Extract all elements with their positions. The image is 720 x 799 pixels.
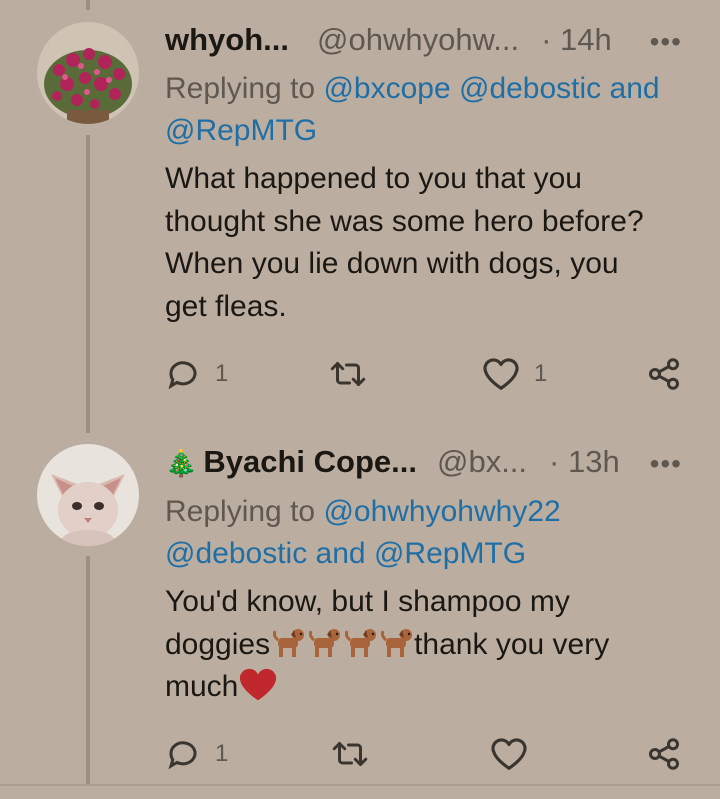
share-button[interactable]: [646, 356, 682, 392]
like-button[interactable]: 1: [482, 356, 547, 392]
more-options-icon[interactable]: •••: [650, 26, 682, 58]
flowering-plant-avatar-icon: [37, 22, 139, 124]
tweet-text: You'd know, but I shampoo my doggies than…: [165, 581, 685, 709]
replying-to: Replying to @ohwhyohwhy22 @debostic and …: [165, 491, 695, 575]
mention-link[interactable]: @debostic: [459, 72, 601, 105]
mention-link[interactable]: @debostic: [165, 537, 307, 570]
reply-button[interactable]: 1: [165, 356, 228, 392]
retweet-button[interactable]: [330, 736, 384, 772]
replying-to-label: Replying to: [165, 72, 316, 105]
tweet-text-segment: doggies: [165, 627, 271, 661]
tweet-1[interactable]: whyoh... @ohwhyohw... · 14h ••• Replying…: [0, 0, 720, 420]
tweet-text-line: thought she was some hero before?: [165, 204, 644, 238]
reply-count: 1: [215, 740, 229, 767]
mention-link[interactable]: @RepMTG: [374, 537, 526, 570]
tweet-text-line: get fleas.: [165, 289, 287, 323]
reply-button[interactable]: 1: [165, 736, 228, 772]
bottom-divider: [0, 784, 720, 786]
dog-emoji-icon: [273, 628, 305, 657]
avatar[interactable]: [37, 22, 139, 124]
reply-icon: [168, 741, 197, 770]
dog-emoji-icon: [381, 628, 413, 657]
tweet-header: 🎄 Byachi Cope... @bx... · 13h: [165, 444, 620, 480]
replying-to-label: Replying to: [165, 495, 316, 528]
tweet-text-segment: thank you very: [414, 627, 610, 661]
hairless-kitten-avatar-icon: [37, 444, 139, 546]
reply-count: 1: [215, 360, 229, 387]
mention-and[interactable]: and: [610, 72, 660, 105]
mention-link[interactable]: @bxcope: [323, 72, 450, 105]
dog-emoji-icon: [345, 628, 377, 657]
tweet-actions: 1 1: [0, 356, 720, 396]
like-button[interactable]: [490, 736, 542, 772]
mention-and[interactable]: and: [316, 537, 366, 570]
reply-icon: [168, 361, 197, 390]
tweet-header: whyoh... @ohwhyohw... · 14h: [165, 22, 612, 58]
display-name[interactable]: Byachi Cope...: [203, 444, 417, 480]
tweet-actions: 1: [0, 736, 720, 776]
like-count: 1: [534, 360, 548, 387]
user-handle[interactable]: @ohwhyohw...: [317, 22, 519, 58]
display-name[interactable]: whyoh...: [165, 22, 289, 58]
heart-icon: [483, 358, 519, 390]
tweet-text-line: When you lie down with dogs, you: [165, 247, 619, 280]
heart-icon: [491, 738, 527, 770]
avatar[interactable]: [37, 444, 139, 546]
retweet-button[interactable]: [328, 356, 382, 392]
dog-emoji-group: [270, 628, 414, 661]
tweet-text-line: much: [165, 666, 685, 709]
dog-emoji-icon: [309, 628, 341, 657]
tweet-text: What happened to you that you thought sh…: [165, 158, 685, 328]
replying-to: Replying to @bxcope @debostic and @RepMT…: [165, 68, 695, 152]
mention-link[interactable]: @ohwhyohwhy22: [323, 495, 560, 528]
share-icon: [649, 738, 679, 770]
user-handle[interactable]: @bx...: [437, 444, 527, 480]
tweet-text-segment: much: [165, 670, 239, 703]
timestamp[interactable]: · 13h: [549, 444, 620, 480]
mention-link[interactable]: @RepMTG: [165, 114, 317, 147]
tweet-2[interactable]: 🎄 Byachi Cope... @bx... · 13h ••• Replyi…: [0, 420, 720, 799]
more-options-icon[interactable]: •••: [650, 448, 682, 480]
share-icon: [649, 358, 679, 390]
share-button[interactable]: [646, 736, 682, 772]
tweet-text-line: What happened to you that you: [165, 162, 582, 195]
christmas-tree-icon: 🎄: [165, 448, 198, 478]
tweet-text-line: doggies thank you very: [165, 624, 685, 667]
retweet-icon: [330, 362, 366, 386]
timestamp[interactable]: · 14h: [541, 22, 612, 58]
red-heart-emoji-icon: [240, 668, 277, 701]
retweet-icon: [332, 742, 368, 766]
tweet-text-line: You'd know, but I shampoo my: [165, 585, 570, 618]
